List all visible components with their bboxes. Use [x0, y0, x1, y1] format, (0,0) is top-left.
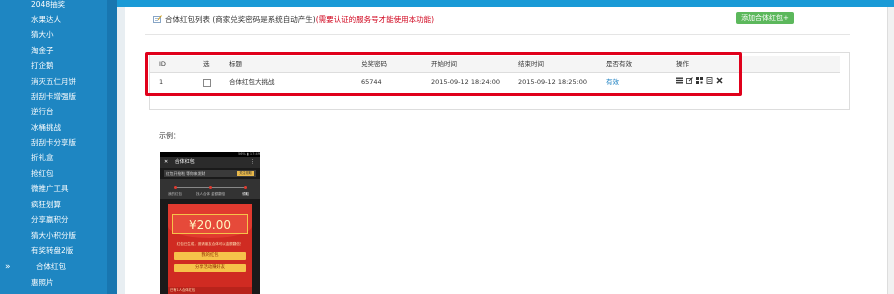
service-warning: (需要认证的服务号才能使用本功能)	[315, 15, 435, 24]
close-icon: ✕	[164, 159, 169, 165]
edit-list-icon	[153, 15, 162, 23]
step-line	[176, 187, 210, 188]
more-icon: ⋮	[250, 159, 255, 165]
phone-preview: 56% ▮ 17:49 ✕ 合体红包 ⋮ 红包开抢啦 等你来发财 关注领取 我的…	[160, 152, 260, 294]
phone-steps: 我的红包 找人合体 金额翻倍 领取	[160, 179, 260, 199]
sidebar-scrollbar[interactable]	[107, 0, 117, 294]
step-dot	[209, 186, 212, 189]
page-title-text: 合体红包列表 (商家兑奖密码是系统自动产生)	[165, 15, 316, 24]
redpacket-footer: 已有1人合体红包	[168, 287, 252, 294]
sidebar-item-grab-redpacket[interactable]: 抢红包	[0, 166, 107, 181]
step-line	[212, 187, 244, 188]
phone-nav-title: 合体红包	[174, 159, 195, 165]
step-dot	[244, 186, 247, 189]
content-gutter	[117, 7, 125, 294]
add-combo-redpacket-button[interactable]: 添加合体红包+	[736, 12, 794, 24]
redpacket-message: 红包已生成，邀请朋友合体可以金额翻倍！	[176, 242, 244, 246]
sidebar-item-guess-size[interactable]: 猜大小	[0, 27, 107, 42]
active-marker-icon: »	[5, 262, 11, 272]
phone-banner-tag: 关注领取	[237, 171, 254, 176]
sidebar-item-mooncake[interactable]: 消灭五仁月饼	[0, 74, 107, 89]
sidebar-item-scratch-plus[interactable]: 刮刮卡增强版	[0, 89, 107, 104]
sidebar-item-combo-redpacket[interactable]: 合体红包	[0, 259, 107, 274]
sidebar-item-photos[interactable]: 惠照片	[0, 275, 107, 290]
example-label: 示例：	[159, 132, 180, 140]
redpacket-amount: ¥20.00	[172, 214, 248, 234]
sidebar-item-gift-box[interactable]: 折礼盒	[0, 150, 107, 165]
sidebar-item-2048[interactable]: 2048抽奖	[0, 0, 107, 12]
sidebar-item-promo-tool[interactable]: 微推广工具	[0, 181, 107, 196]
share-activity-button: 分享活动赚好友	[174, 264, 246, 272]
phone-banner: 红包开抢啦 等你来发财 关注领取	[164, 170, 256, 177]
step-dot	[174, 186, 177, 189]
highlight-box	[145, 52, 742, 96]
phone-nav-bar: ✕ 合体红包 ⋮	[160, 157, 260, 168]
divider	[145, 34, 850, 35]
sidebar-item-ice-bucket[interactable]: 冰桶挑战	[0, 120, 107, 135]
sidebar-item-stage[interactable]: 逆行台	[0, 104, 107, 119]
sidebar-item-wheel-2[interactable]: 有奖转盘2版	[0, 243, 107, 258]
step-label: 我的红包	[168, 192, 182, 196]
sidebar-item-guess-points[interactable]: 猜大小积分版	[0, 228, 107, 243]
my-redpacket-button: 我的红包	[174, 252, 246, 260]
sidebar-item-penguin[interactable]: 打企鹅	[0, 58, 107, 73]
sidebar-item-share-points[interactable]: 分享赢积分	[0, 212, 107, 227]
page-title: 合体红包列表 (商家兑奖密码是系统自动产生)(需要认证的服务号才能使用本功能)	[153, 14, 434, 25]
step-label: 找人合体 金额翻倍	[196, 192, 226, 196]
sidebar-item-fruit[interactable]: 水果达人	[0, 12, 107, 27]
sidebar-item-gold[interactable]: 淘金子	[0, 43, 107, 58]
sidebar-item-scratch-share[interactable]: 刮刮卡分享版	[0, 135, 107, 150]
phone-banner-text: 红包开抢啦 等你来发财	[166, 171, 206, 176]
sidebar: 2048抽奖 水果达人 猜大小 淘金子 打企鹅 消灭五仁月饼 刮刮卡增强版 逆行…	[0, 0, 117, 294]
page-scrollbar[interactable]	[887, 7, 894, 294]
top-bar	[0, 0, 894, 7]
sidebar-item-crazy-deal[interactable]: 疯狂划算	[0, 197, 107, 212]
step-label: 领取	[242, 192, 249, 196]
